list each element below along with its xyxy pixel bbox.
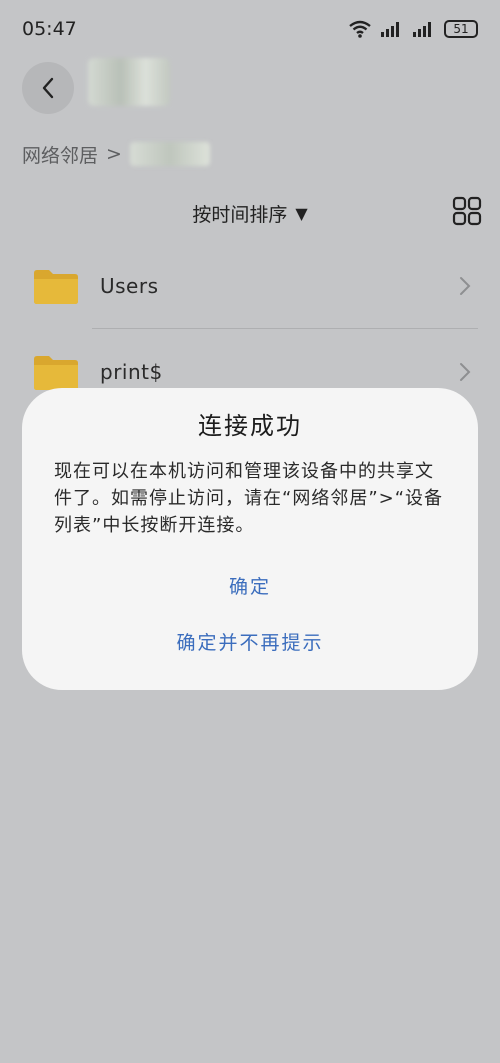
grid-view-icon[interactable] [452,196,482,226]
status-icons: 51 [348,20,478,38]
signal-icon-2 [413,22,431,37]
breadcrumb-separator: > [106,143,122,165]
status-bar: 05:47 51 [0,0,500,58]
confirm-no-remind-button[interactable]: 确定并不再提示 [22,628,478,655]
list-item[interactable]: Users [0,246,500,326]
dialog-title: 连接成功 [198,412,302,440]
dialog-message: 现在可以在本机访问和管理该设备中的共享文件了。如需停止访问，请在“网络邻居”>“… [54,461,444,536]
chevron-right-icon [460,277,471,295]
divider [92,328,478,329]
breadcrumb: 网络邻居 > [22,140,210,168]
triangle-down-icon: ▼ [295,203,308,223]
connection-success-dialog: 连接成功 现在可以在本机访问和管理该设备中的共享文件了。如需停止访问，请在“网络… [22,388,478,690]
sort-label: 按时间排序 [192,203,288,226]
chevron-right-icon [460,363,471,381]
breadcrumb-current-redacted [129,142,210,166]
folder-icon [34,356,78,390]
file-name: Users [100,274,159,298]
chevron-left-icon [42,77,54,99]
wifi-icon [349,20,371,38]
back-button[interactable] [22,62,74,114]
signal-icon [381,22,399,37]
status-time: 05:47 [22,18,77,40]
confirm-button[interactable]: 确定 [22,572,478,599]
battery-icon: 51 [444,20,478,38]
file-name: print$ [100,360,163,384]
page-title-redacted [88,58,170,106]
breadcrumb-root[interactable]: 网络邻居 [22,141,98,168]
folder-icon [34,270,78,304]
sort-control[interactable]: 按时间排序 ▼ [0,196,500,230]
